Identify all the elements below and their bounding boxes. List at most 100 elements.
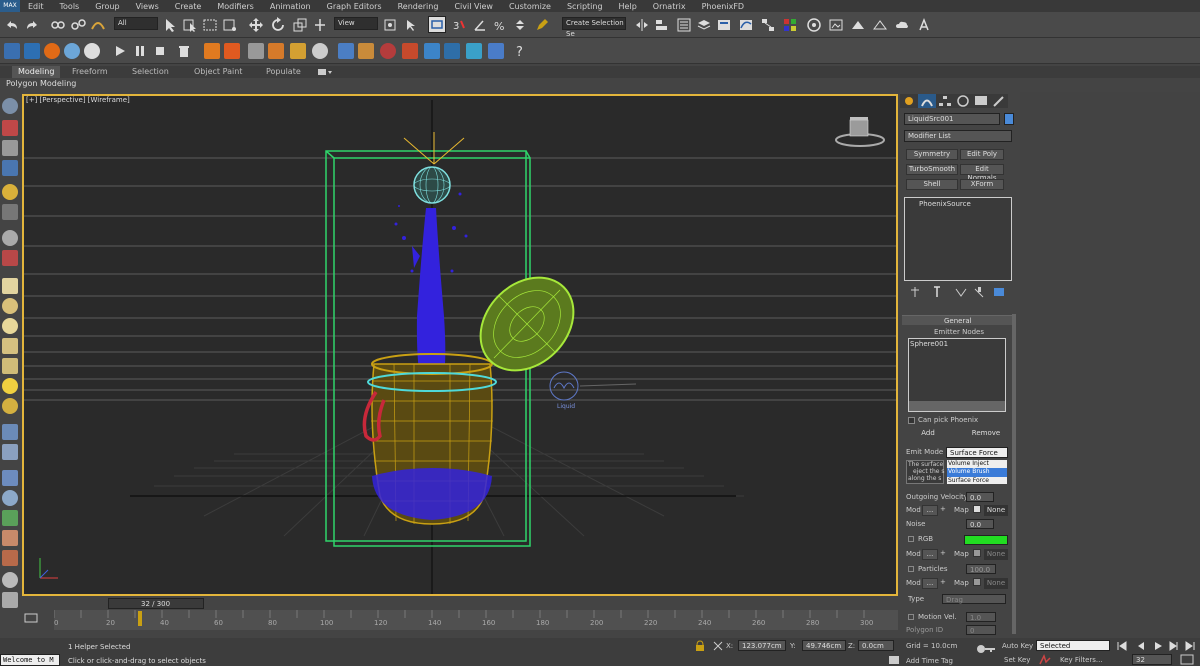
pyramid-tool-icon[interactable]	[2, 338, 18, 354]
phoenix-fire-smoke-sim-icon[interactable]	[4, 43, 20, 59]
mail-tool-icon[interactable]	[2, 470, 18, 486]
biped-tool-icon[interactable]	[2, 550, 18, 566]
remove-modifier-icon[interactable]	[972, 286, 986, 298]
key-filters-button[interactable]: Key Filters...	[1060, 656, 1103, 664]
helper-tool-icon[interactable]	[2, 230, 18, 246]
ribbon-options-icon[interactable]	[318, 68, 332, 76]
particles-mod-options-button[interactable]: ...	[922, 578, 938, 589]
modify-tab[interactable]	[918, 94, 936, 108]
light-tool-icon[interactable]	[2, 184, 18, 200]
render-setup-icon[interactable]	[806, 17, 822, 33]
z-coord-field[interactable]: 0.0cm	[858, 640, 894, 651]
spinner-snap-icon[interactable]	[512, 17, 528, 33]
type-dropdown[interactable]: Drag	[942, 594, 1006, 604]
particles-mod-plus-icon[interactable]: +	[940, 578, 946, 586]
undo-icon[interactable]	[4, 17, 20, 33]
menu-customize[interactable]: Customize	[501, 2, 559, 11]
spacewarp-tool-icon[interactable]	[2, 250, 18, 266]
phoenix-fuel-icon[interactable]	[268, 43, 284, 59]
tab-freeform[interactable]: Freeform	[72, 67, 108, 76]
move-icon[interactable]	[248, 17, 264, 33]
sun-tool-icon[interactable]	[2, 378, 18, 394]
torus-tool-icon[interactable]	[2, 318, 18, 334]
menu-ornatrix[interactable]: Ornatrix	[645, 2, 694, 11]
select-manipulate-icon[interactable]	[404, 17, 420, 33]
pin-stack-icon[interactable]	[908, 286, 922, 298]
phoenix-wind-icon[interactable]	[424, 43, 440, 59]
emit-mode-dropdown[interactable]: Surface Force	[946, 447, 1008, 458]
symmetry-button[interactable]: Symmetry	[906, 149, 958, 160]
motion-tab[interactable]	[954, 94, 972, 108]
phoenix-foam-icon[interactable]	[444, 43, 460, 59]
place-icon[interactable]	[312, 17, 328, 33]
set-key-button[interactable]: Set Key	[1004, 656, 1030, 664]
maxscript-listener[interactable]: Welcome to M	[0, 654, 60, 666]
particles-map-none-button[interactable]: None	[984, 578, 1008, 589]
ribbon-subtitle[interactable]: Polygon Modeling	[6, 79, 76, 88]
rgb-checkbox[interactable]	[908, 536, 914, 542]
display-tab[interactable]	[972, 94, 990, 108]
globe-tool-icon[interactable]	[2, 490, 18, 506]
perspective-viewport[interactable]: [+] [Perspective] [Wireframe] Liquid	[22, 94, 898, 596]
angle-snap-icon[interactable]	[472, 17, 488, 33]
phoenix-wetmap-icon[interactable]	[488, 43, 504, 59]
motion-vel-checkbox[interactable]	[908, 614, 914, 620]
scene-explorer-icon[interactable]	[676, 17, 692, 33]
stop-icon[interactable]	[152, 43, 168, 59]
snaps-toggle-icon[interactable]: 3	[452, 17, 468, 33]
phoenix-fire-source-icon[interactable]	[44, 43, 60, 59]
can-pick-phoenix-checkbox[interactable]	[908, 417, 915, 424]
motion-vel-field[interactable]: 1.0	[966, 612, 996, 622]
rendered-frame-window-icon[interactable]	[828, 17, 844, 33]
cone-tool-icon[interactable]	[2, 358, 18, 374]
edit-normals-button[interactable]: Edit Normals	[960, 164, 1004, 182]
y-coord-field[interactable]: 49.746cm	[802, 640, 846, 651]
reference-coordinate-dropdown[interactable]: View	[334, 17, 378, 30]
object-name-field[interactable]: LiquidSrc001	[904, 113, 1000, 125]
hand-tool-icon[interactable]	[2, 530, 18, 546]
unlink-icon[interactable]	[70, 17, 86, 33]
rgb-color-swatch[interactable]	[964, 535, 1008, 545]
menu-graph-editors[interactable]: Graph Editors	[319, 2, 390, 11]
named-selection-sets-dropdown[interactable]: Create Selection Se	[562, 17, 626, 38]
configure-sets-icon[interactable]	[992, 286, 1006, 298]
a360-gallery-icon[interactable]	[916, 17, 932, 33]
general-rollout-header[interactable]: General	[902, 315, 1014, 325]
scale-icon[interactable]	[292, 17, 308, 33]
align-icon[interactable]	[654, 17, 670, 33]
shell-button[interactable]: Shell	[906, 179, 958, 190]
particles-map-checkbox[interactable]	[973, 578, 981, 586]
menu-views[interactable]: Views	[128, 2, 167, 11]
map-none-button[interactable]: None	[984, 505, 1008, 516]
stack-item-phoenixsource[interactable]: PhoenixSource	[919, 200, 971, 208]
menu-modifiers[interactable]: Modifiers	[209, 2, 262, 11]
selection-lock-icon[interactable]	[694, 640, 706, 652]
x-coord-field[interactable]: 123.077cm	[738, 640, 786, 651]
modifier-stack[interactable]: PhoenixSource	[904, 197, 1012, 281]
option-surface-force[interactable]: Surface Force	[947, 477, 1007, 485]
render-iterative-icon[interactable]	[872, 17, 888, 33]
foliage-tool-icon[interactable]	[2, 510, 18, 526]
rectangular-selection-icon[interactable]	[202, 17, 218, 33]
bind-spacewarp-icon[interactable]	[90, 17, 106, 33]
schematic-view-icon[interactable]	[760, 17, 776, 33]
phoenix-ocean-icon[interactable]	[248, 43, 264, 59]
map-checkbox[interactable]	[973, 505, 981, 513]
layer-explorer-icon[interactable]	[696, 17, 712, 33]
menu-civil-view[interactable]: Civil View	[446, 2, 501, 11]
phoenix-preset-icon[interactable]	[338, 43, 354, 59]
grid-tool-icon[interactable]	[2, 424, 18, 440]
command-panel-scrollbar[interactable]	[1012, 314, 1016, 634]
outgoing-velocity-field[interactable]: 0.0	[966, 492, 994, 502]
option-volume-brush[interactable]: Volume Brush	[947, 468, 1007, 477]
go-to-end-icon[interactable]	[1184, 640, 1196, 652]
pause-icon[interactable]	[132, 43, 148, 59]
utilities-tab[interactable]	[990, 94, 1008, 108]
phoenix-vorticity-icon[interactable]	[380, 43, 396, 59]
key-icon[interactable]	[976, 644, 996, 654]
track-bar[interactable]: 0 20 40 60 80 100 120 140 160 180 200 22…	[54, 610, 898, 630]
render-production-icon[interactable]	[850, 17, 866, 33]
add-time-tag[interactable]: Add Time Tag	[906, 657, 953, 665]
trash-icon[interactable]	[176, 43, 192, 59]
add-button[interactable]: Add	[908, 429, 948, 440]
